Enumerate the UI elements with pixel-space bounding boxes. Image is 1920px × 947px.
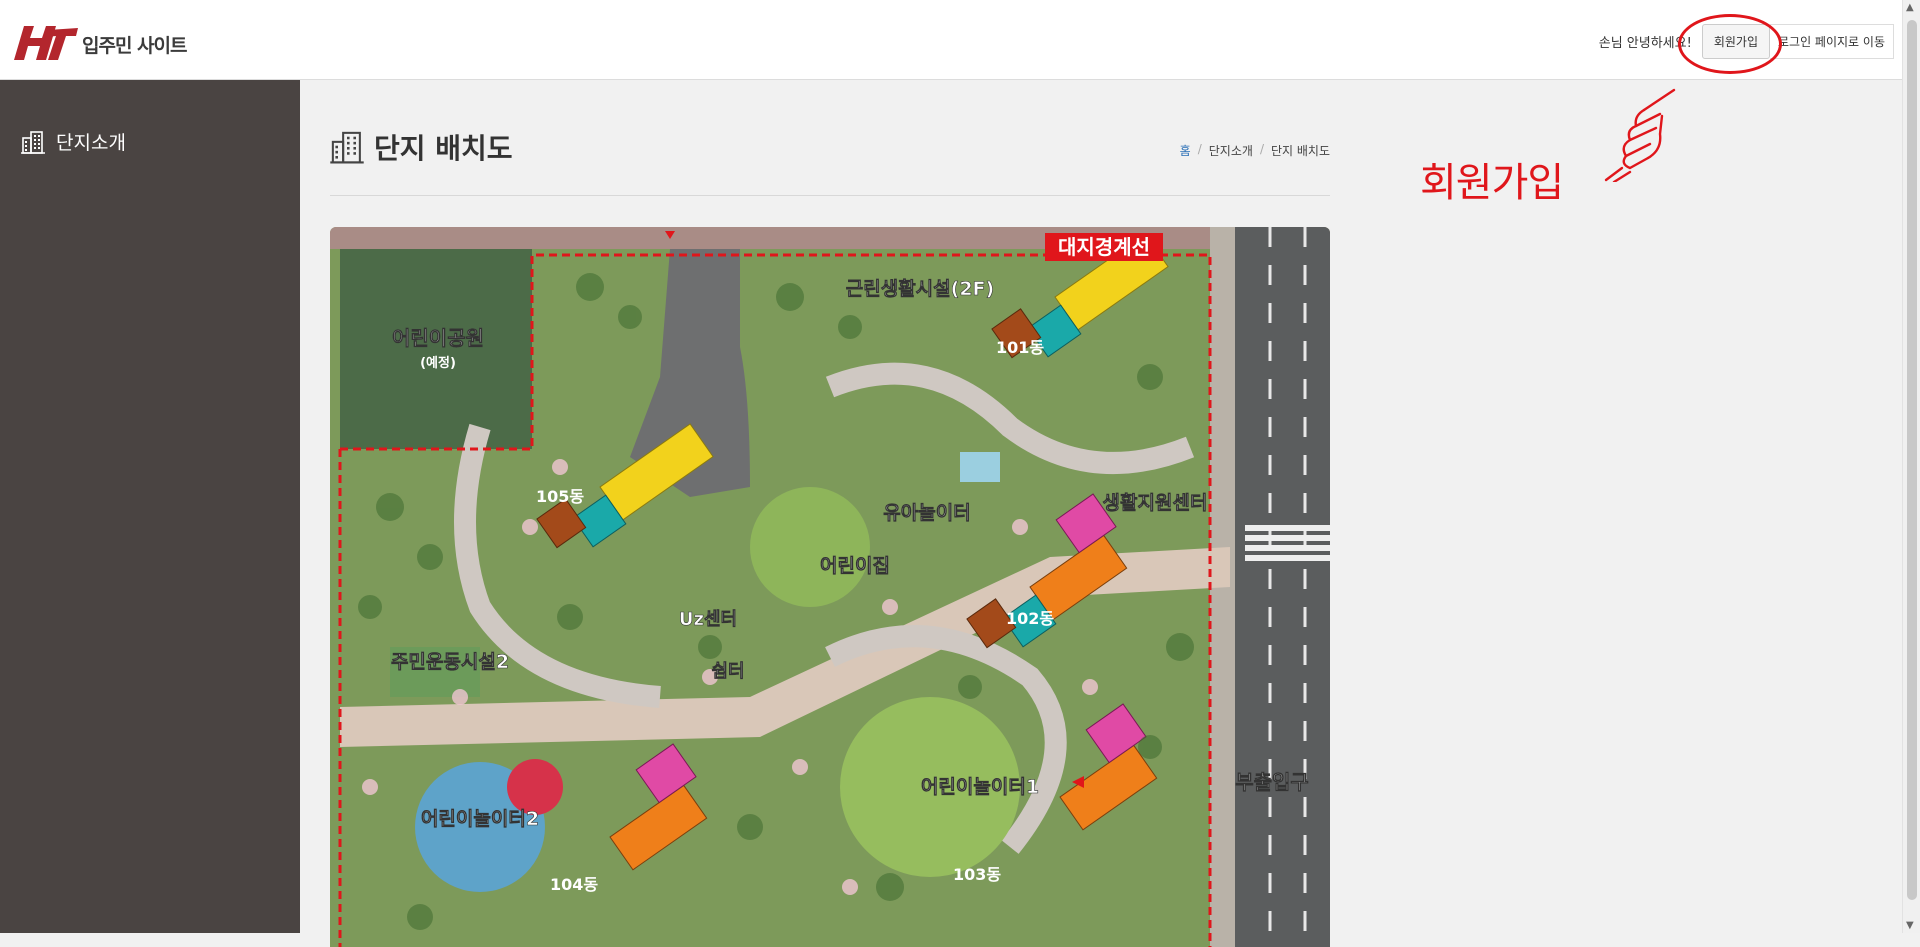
- map-label-planned: (예정): [420, 355, 456, 371]
- building-icon: [21, 130, 45, 154]
- breadcrumb-home[interactable]: 홈: [1180, 142, 1191, 159]
- site-logo[interactable]: 입주민 사이트: [14, 20, 187, 64]
- map-label-playground-park: 어린이공원: [392, 326, 484, 350]
- scroll-down-icon[interactable]: ▼: [1906, 920, 1914, 931]
- signup-highlight-circle: [1678, 14, 1782, 74]
- map-label-104: 104동: [550, 875, 598, 894]
- scrollbar-thumb[interactable]: [1907, 20, 1917, 900]
- map-label-105: 105동: [536, 487, 584, 506]
- sidebar: 단지소개: [0, 80, 300, 933]
- main-content: 단지 배치도 홈 / 단지소개 / 단지 배치도 대지경계선 근린생활시설(2F…: [330, 80, 1330, 947]
- sidebar-item-complex-intro[interactable]: 단지소개: [20, 128, 126, 155]
- breadcrumb: 홈 / 단지소개 / 단지 배치도: [1180, 142, 1330, 159]
- map-label-boundary: 대지경계선: [1058, 235, 1150, 259]
- breadcrumb-current: 단지 배치도: [1270, 144, 1330, 158]
- login-page-button[interactable]: 로그인 페이지로 이동: [1770, 24, 1894, 59]
- site-plan-map: 대지경계선 근린생활시설(2F) 어린이공원 (예정) 101동 105동 유아…: [330, 227, 1330, 947]
- map-label-kids-play2: 어린이놀이터2: [421, 808, 539, 830]
- map-label-101: 101동: [996, 338, 1044, 357]
- logo-text: 입주민 사이트: [82, 35, 187, 57]
- map-label-life-support: 생활지원센터: [1103, 492, 1208, 514]
- map-label-uz-center: Uz센터: [679, 609, 737, 630]
- page-title-text: 단지 배치도: [374, 132, 513, 165]
- pointing-hand-icon: [1604, 88, 1676, 182]
- map-label-103: 103동: [953, 865, 1001, 884]
- breadcrumb-item[interactable]: 단지소개: [1209, 142, 1253, 159]
- breadcrumb-separator: /: [1197, 142, 1202, 156]
- sidebar-item-label: 단지소개: [56, 132, 126, 154]
- map-label-kids-play1: 어린이놀이터1: [921, 776, 1039, 798]
- map-label-toddler-play: 유아놀이터: [883, 502, 970, 524]
- signup-annotation-text: 회원가입: [1420, 160, 1564, 206]
- map-label-pavilion: 쉼터: [711, 661, 744, 682]
- site-plan-image: 대지경계선 근린생활시설(2F) 어린이공원 (예정) 101동 105동 유아…: [330, 227, 1330, 947]
- breadcrumb-separator: /: [1259, 142, 1264, 156]
- scroll-up-icon[interactable]: ▲: [1906, 2, 1914, 13]
- map-label-side-entrance: 부출입구: [1235, 770, 1309, 794]
- page-scrollbar[interactable]: ▲ ▼: [1902, 0, 1920, 933]
- ht-logo-icon: [14, 26, 78, 60]
- map-label-commercial: 근린생활시설(2F): [846, 278, 994, 300]
- map-label-sports2: 주민운동시설2: [391, 651, 509, 673]
- map-label-102: 102동: [1006, 609, 1054, 628]
- map-label-daycare: 어린이집: [820, 555, 890, 577]
- top-header: 입주민 사이트 손님 안녕하세요! 회원가입 로그인 페이지로 이동: [0, 0, 1902, 80]
- page-title: 단지 배치도: [330, 127, 513, 167]
- building-icon: [330, 131, 364, 164]
- page-header: 단지 배치도 홈 / 단지소개 / 단지 배치도: [330, 80, 1330, 196]
